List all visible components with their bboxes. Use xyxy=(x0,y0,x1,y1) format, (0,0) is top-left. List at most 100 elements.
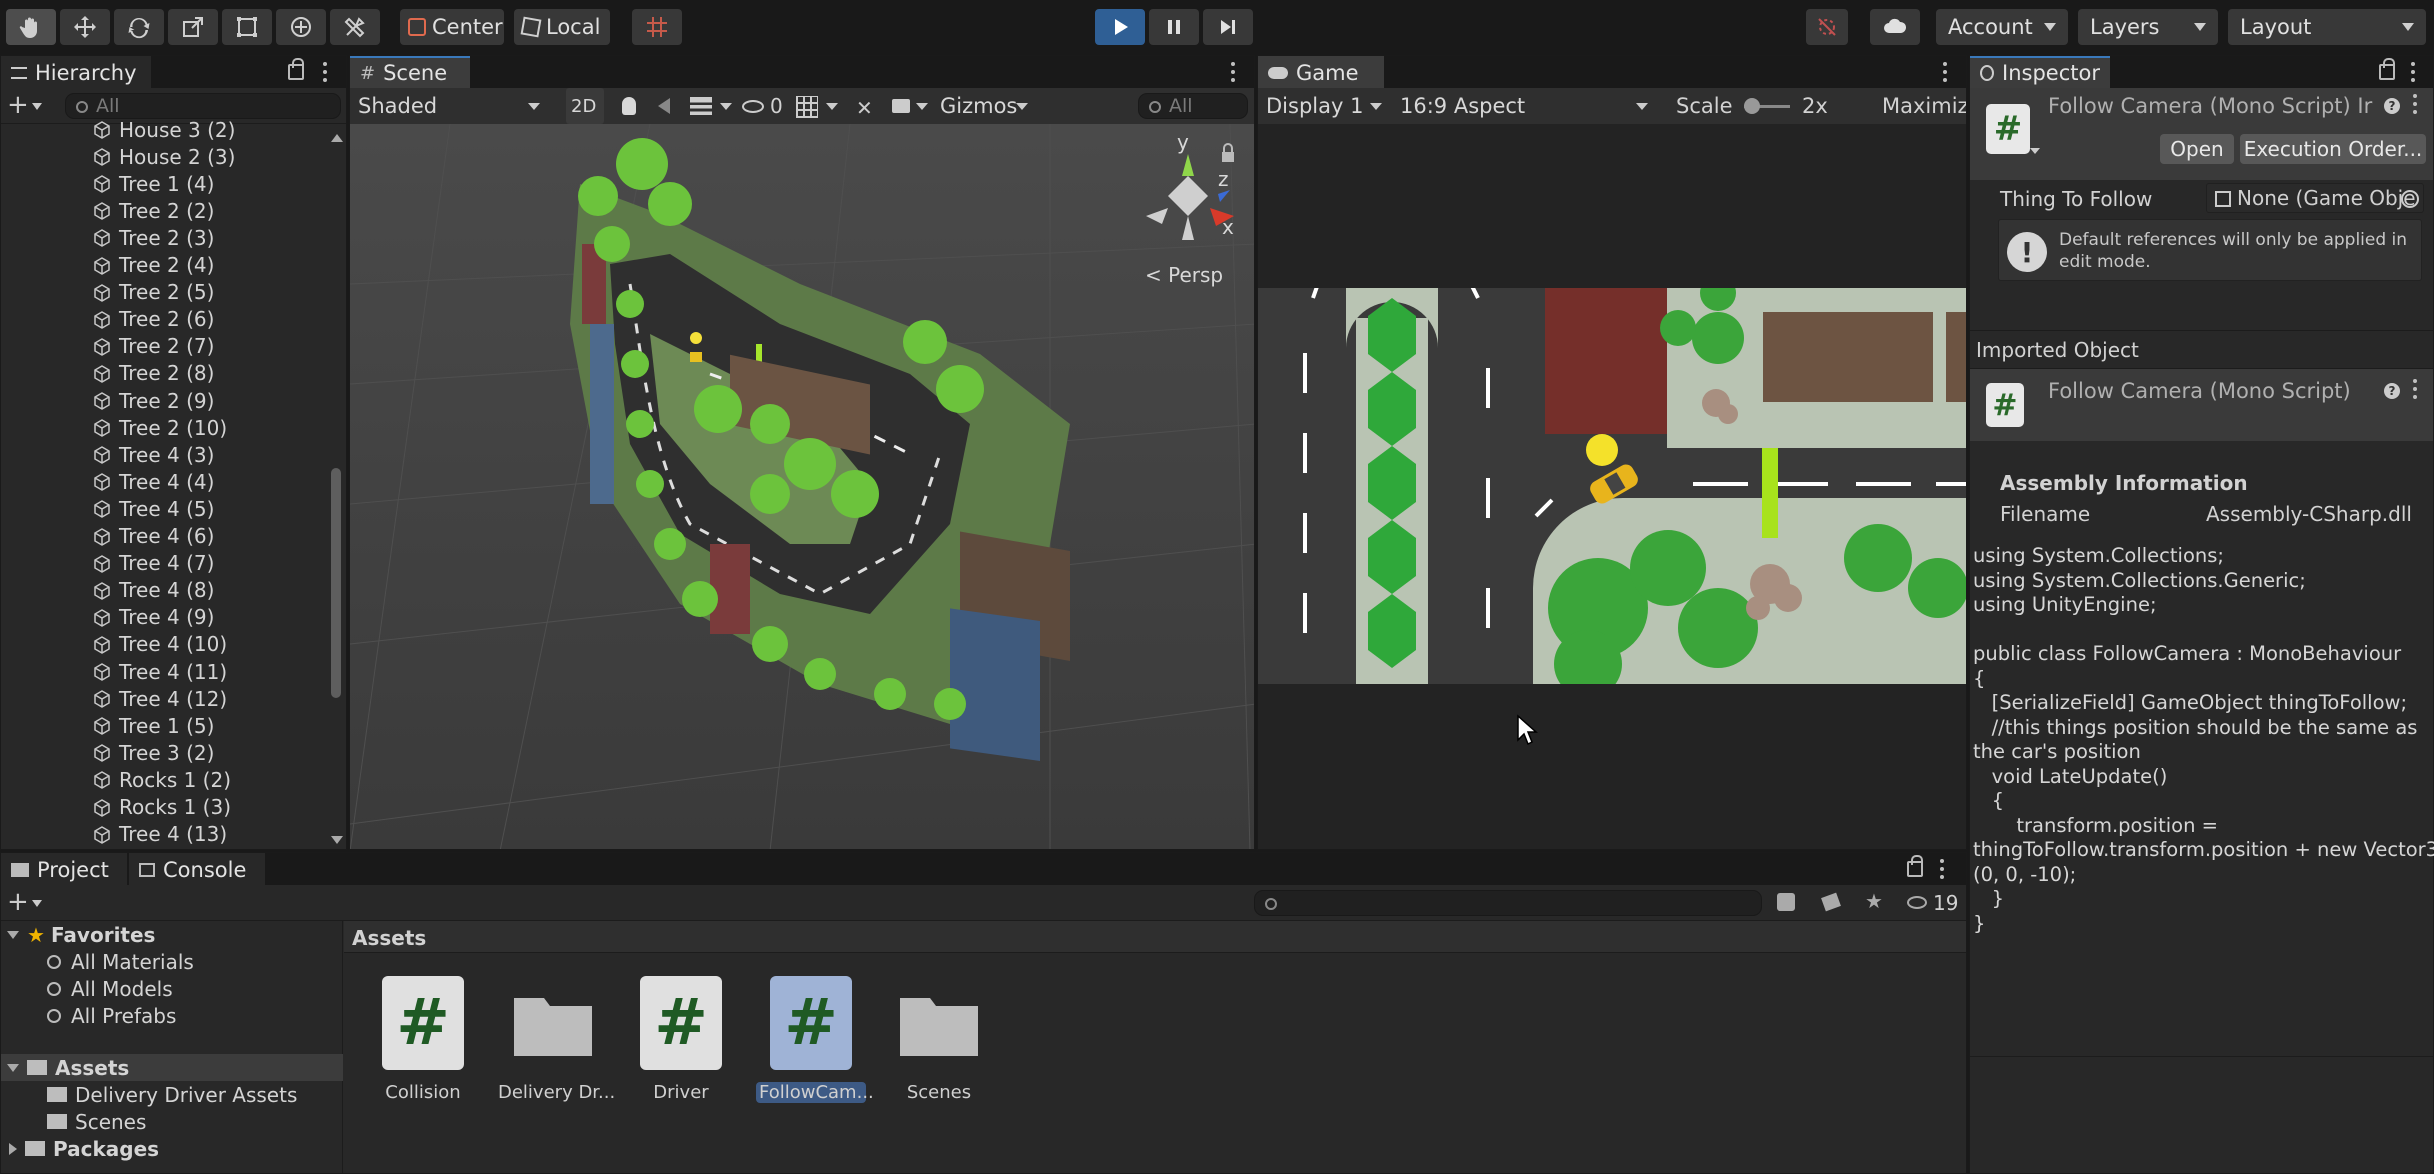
hierarchy-item[interactable]: Tree 3 (2) xyxy=(94,739,214,766)
kebab-menu-icon[interactable] xyxy=(322,62,328,82)
kebab-menu-icon[interactable] xyxy=(1942,62,1948,82)
2d-toggle[interactable]: 2D xyxy=(566,88,604,124)
folder-item[interactable]: Delivery Driver Assets xyxy=(47,1081,297,1108)
pause-button[interactable] xyxy=(1149,9,1199,45)
display-dropdown[interactable]: Display 1 xyxy=(1258,88,1388,124)
hidden-objects-icon[interactable] xyxy=(742,100,764,113)
breadcrumb[interactable]: Assets xyxy=(352,926,426,950)
execution-order-button[interactable]: Execution Order... xyxy=(2240,134,2426,164)
scale-tool-icon[interactable] xyxy=(168,9,218,45)
step-button[interactable] xyxy=(1203,9,1253,45)
hierarchy-item[interactable]: House 2 (3) xyxy=(94,143,235,170)
hierarchy-item[interactable]: Rocks 1 (3) xyxy=(94,794,231,821)
cloud-icon[interactable] xyxy=(1870,9,1920,45)
filter-label-icon[interactable] xyxy=(1821,892,1841,912)
audio-icon[interactable] xyxy=(658,98,670,114)
hierarchy-item[interactable]: House 3 (2) xyxy=(94,116,235,143)
tab-project[interactable]: Project xyxy=(1,853,127,885)
object-picker-icon[interactable] xyxy=(2401,190,2419,208)
hierarchy-item[interactable]: Tree 4 (6) xyxy=(94,523,214,550)
kebab-menu-icon[interactable] xyxy=(1939,859,1945,879)
hierarchy-item[interactable]: Tree 2 (10) xyxy=(94,414,227,441)
add-icon[interactable]: + xyxy=(7,92,29,118)
favorite-item[interactable]: All Models xyxy=(47,975,173,1002)
hierarchy-item[interactable]: Tree 2 (5) xyxy=(94,279,214,306)
asset-item[interactable]: # FollowCam... xyxy=(756,976,874,1103)
chevron-down-icon[interactable] xyxy=(916,103,928,110)
aspect-dropdown[interactable]: 16:9 Aspect xyxy=(1392,88,1658,124)
tab-scene[interactable]: # Scene xyxy=(350,56,470,88)
effects-icon[interactable] xyxy=(690,97,712,115)
persp-label[interactable]: < Persp xyxy=(1145,263,1223,287)
space-local-button[interactable]: Local xyxy=(514,9,610,45)
asset-item[interactable]: Scenes xyxy=(884,976,994,1103)
tab-inspector[interactable]: Inspector xyxy=(1970,56,2110,88)
asset-item[interactable]: # Collision xyxy=(368,976,478,1103)
hierarchy-item[interactable]: Tree 1 (5) xyxy=(94,712,214,739)
lock-icon[interactable] xyxy=(2379,58,2395,80)
scene-search-input[interactable]: All xyxy=(1138,93,1248,119)
favorites-row[interactable]: ★ Favorites xyxy=(1,921,155,948)
hierarchy-item[interactable]: Tree 1 (4) xyxy=(94,170,214,197)
pivot-center-button[interactable]: Center xyxy=(400,9,504,45)
scale-slider[interactable] xyxy=(1744,98,1790,114)
hierarchy-item[interactable]: Tree 4 (12) xyxy=(94,685,227,712)
tab-console[interactable]: Console xyxy=(129,853,265,885)
scene-viewport[interactable]: y z x < Persp xyxy=(350,124,1255,850)
expand-arrow-icon[interactable] xyxy=(7,930,19,939)
layers-dropdown[interactable]: Layers xyxy=(2078,9,2218,45)
hierarchy-item[interactable]: Tree 4 (4) xyxy=(94,468,214,495)
hierarchy-item[interactable]: Tree 2 (3) xyxy=(94,224,214,251)
hierarchy-item[interactable]: Tree 2 (4) xyxy=(94,252,214,279)
grid-snap-icon[interactable] xyxy=(632,9,682,45)
hierarchy-item[interactable]: Tree 4 (3) xyxy=(94,441,214,468)
folder-item[interactable]: Scenes xyxy=(47,1108,146,1135)
gizmos-dropdown[interactable]: Gizmos xyxy=(932,88,1032,124)
hierarchy-item[interactable]: Tree 2 (2) xyxy=(94,197,214,224)
favorite-star-icon[interactable]: ★ xyxy=(1865,889,1883,913)
hierarchy-item[interactable]: Tree 2 (9) xyxy=(94,387,214,414)
open-button[interactable]: Open xyxy=(2160,134,2234,164)
tab-hierarchy[interactable]: Hierarchy xyxy=(1,56,151,88)
assets-row[interactable]: Assets xyxy=(1,1054,343,1081)
scroll-thumb[interactable] xyxy=(331,468,341,698)
maximize-toggle[interactable]: Maximize xyxy=(1882,94,1966,118)
chevron-down-icon[interactable] xyxy=(32,900,42,907)
help-icon[interactable]: ? xyxy=(2384,383,2400,399)
hierarchy-item[interactable]: Tree 2 (7) xyxy=(94,333,214,360)
lock-icon[interactable] xyxy=(288,58,304,80)
hierarchy-item[interactable]: Tree 4 (8) xyxy=(94,577,214,604)
packages-row[interactable]: Packages xyxy=(1,1135,159,1162)
rect-tool-icon[interactable] xyxy=(222,9,272,45)
hierarchy-item[interactable]: Rocks 1 (2) xyxy=(94,766,231,793)
project-search-input[interactable] xyxy=(1254,890,1762,916)
rotate-tool-icon[interactable] xyxy=(114,9,164,45)
kebab-menu-icon[interactable] xyxy=(2412,379,2418,399)
favorite-item[interactable]: All Prefabs xyxy=(47,1002,176,1029)
chevron-down-icon[interactable] xyxy=(720,103,732,110)
camera-icon[interactable] xyxy=(892,99,910,113)
move-tool-icon[interactable] xyxy=(60,9,110,45)
expand-arrow-icon[interactable] xyxy=(7,1063,19,1072)
hierarchy-item[interactable]: Tree 4 (13) xyxy=(94,821,227,848)
add-icon[interactable]: + xyxy=(7,889,29,915)
play-button[interactable] xyxy=(1095,9,1145,45)
filter-type-icon[interactable] xyxy=(1777,893,1795,911)
expand-arrow-icon[interactable] xyxy=(9,1142,17,1155)
hierarchy-item[interactable]: Tree 4 (11) xyxy=(94,658,227,685)
hand-tool-icon[interactable] xyxy=(6,9,56,45)
hierarchy-scrollbar[interactable] xyxy=(327,128,345,849)
grid-toggle-icon[interactable] xyxy=(796,96,818,118)
lighting-icon[interactable] xyxy=(622,97,636,115)
kebab-menu-icon[interactable] xyxy=(2410,62,2416,82)
kebab-menu-icon[interactable] xyxy=(2412,94,2418,114)
hierarchy-item[interactable]: Tree 2 (6) xyxy=(94,306,214,333)
favorite-item[interactable]: All Materials xyxy=(47,948,194,975)
scale-slider-thumb[interactable] xyxy=(1744,98,1760,114)
thing-to-follow-field[interactable]: None (Game Obje xyxy=(2206,183,2424,213)
hierarchy-item[interactable]: Tree 4 (7) xyxy=(94,550,214,577)
collab-off-icon[interactable] xyxy=(1806,9,1848,45)
hierarchy-item[interactable]: Tree 2 (8) xyxy=(94,360,214,387)
scroll-up-icon[interactable] xyxy=(331,134,343,142)
tab-game[interactable]: Game xyxy=(1258,56,1384,88)
